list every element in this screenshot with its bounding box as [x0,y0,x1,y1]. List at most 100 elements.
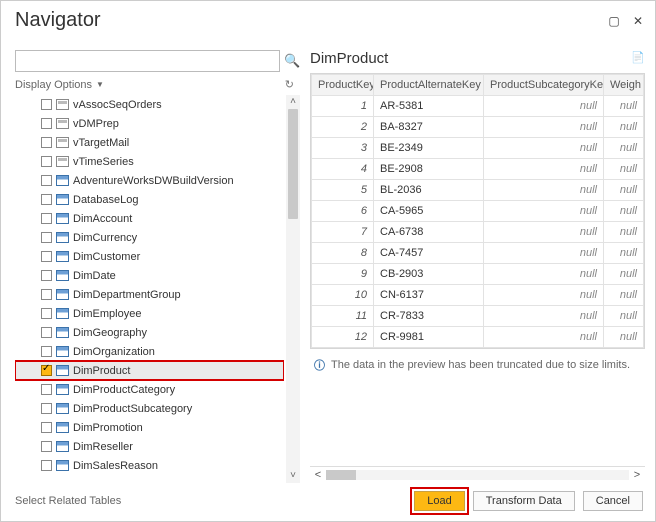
tree-item-checkbox[interactable] [41,156,52,167]
tree-item-checkbox[interactable] [41,422,52,433]
cell-productsubcategorykey: null [484,285,604,306]
navigator-window: Navigator ▢ ✕ 🔍 Display Options ▼ ↻ vAs [0,0,656,522]
cell-productalternatekey: CB-2903 [374,264,484,285]
table-row[interactable]: 5BL-2036nullnull [312,180,644,201]
tree-item-checkbox[interactable] [41,99,52,110]
tree-item[interactable]: vTargetMail [15,133,284,152]
tree-item-checkbox[interactable] [41,270,52,281]
tree-item[interactable]: DimEmployee [15,304,284,323]
tree-item[interactable]: DimCustomer [15,247,284,266]
tree-item[interactable]: DimProduct [15,361,284,380]
tree-item-checkbox[interactable] [41,137,52,148]
cell-weight: null [604,96,644,117]
tree-item-checkbox[interactable] [41,232,52,243]
view-icon [56,118,69,129]
tree-item-checkbox[interactable] [41,194,52,205]
display-options-label: Display Options [15,79,92,91]
tree-item[interactable]: DimProductSubcategory [15,399,284,418]
cancel-button[interactable]: Cancel [583,491,643,511]
cell-productsubcategorykey: null [484,180,604,201]
table-row[interactable]: 1AR-5381nullnull [312,96,644,117]
scroll-left-icon[interactable]: < [310,469,326,481]
search-input[interactable] [15,50,280,72]
cell-weight: null [604,243,644,264]
cell-productalternatekey: AR-5381 [374,96,484,117]
tree-item-label: AdventureWorksDWBuildVersion [73,175,234,187]
preview-options-icon[interactable]: 📄 [631,51,645,67]
tree-item-checkbox[interactable] [41,308,52,319]
table-row[interactable]: 6CA-5965nullnull [312,201,644,222]
tree-item-label: DimOrganization [73,346,155,358]
hscroll-thumb[interactable] [326,470,356,480]
cell-productkey: 5 [312,180,374,201]
select-related-tables-button[interactable]: Select Related Tables [15,492,133,510]
tree-item-label: DimProduct [73,365,130,377]
tree-item-checkbox[interactable] [41,441,52,452]
tree-item-checkbox[interactable] [41,403,52,414]
tree-item[interactable]: vTimeSeries [15,152,284,171]
cell-weight: null [604,327,644,348]
scroll-right-icon[interactable]: > [629,469,645,481]
tree-item-checkbox[interactable] [41,213,52,224]
tree-item-label: DimDepartmentGroup [73,289,181,301]
tree-item[interactable]: DimOrganization [15,342,284,361]
col-header[interactable]: ProductKey [312,75,374,96]
tree-item-label: DimGeography [73,327,147,339]
table-row[interactable]: 2BA-8327nullnull [312,117,644,138]
col-header[interactable]: ProductSubcategoryKey [484,75,604,96]
tree-item[interactable]: vAssocSeqOrders [15,95,284,114]
tree-item[interactable]: AdventureWorksDWBuildVersion [15,171,284,190]
scroll-down-icon[interactable]: ˅ [290,469,296,483]
table-row[interactable]: 9CB-2903nullnull [312,264,644,285]
cell-productsubcategorykey: null [484,327,604,348]
tree-item[interactable]: vDMPrep [15,114,284,133]
tree-item[interactable]: DatabaseLog [15,190,284,209]
hscroll-track[interactable] [326,470,629,480]
tree-item[interactable]: DimDate [15,266,284,285]
table-row[interactable]: 7CA-6738nullnull [312,222,644,243]
tree-item-checkbox[interactable] [41,327,52,338]
tree-item-checkbox[interactable] [41,251,52,262]
preview-hscrollbar[interactable]: < > [310,466,645,483]
table-row[interactable]: 11CR-7833nullnull [312,306,644,327]
tree-item[interactable]: DimProductCategory [15,380,284,399]
scroll-up-icon[interactable]: ˄ [290,95,296,109]
close-icon[interactable]: ✕ [631,14,645,28]
tree-item-label: vTargetMail [73,137,129,149]
table-row[interactable]: 8CA-7457nullnull [312,243,644,264]
col-header[interactable]: ProductAlternateKey [374,75,484,96]
refresh-icon[interactable]: ↻ [285,78,294,91]
tree-item[interactable]: DimReseller [15,437,284,456]
tree-item[interactable]: DimCurrency [15,228,284,247]
tree-item-checkbox[interactable] [41,118,52,129]
table-row[interactable]: 4BE-2908nullnull [312,159,644,180]
cell-weight: null [604,264,644,285]
tree-item[interactable]: DimSalesReason [15,456,284,475]
load-button[interactable]: Load [414,491,464,511]
tree-item[interactable]: DimGeography [15,323,284,342]
vscroll-track[interactable] [286,109,300,469]
search-icon[interactable]: 🔍 [284,53,300,69]
tree-item[interactable]: DimDepartmentGroup [15,285,284,304]
cell-productsubcategorykey: null [484,201,604,222]
tree-item[interactable]: DimAccount [15,209,284,228]
left-pane: 🔍 Display Options ▼ ↻ vAssocSeqOrdersvDM… [15,40,300,483]
tree-item-checkbox[interactable] [41,289,52,300]
tree-item-checkbox[interactable] [41,384,52,395]
table-row[interactable]: 3BE-2349nullnull [312,138,644,159]
tree-item-checkbox[interactable] [41,175,52,186]
display-options-dropdown[interactable]: Display Options ▼ [15,79,104,91]
tree-item-checkbox[interactable] [41,365,52,376]
col-header[interactable]: Weigh [604,75,644,96]
tree-vscrollbar[interactable]: ˄ ˅ [286,95,300,483]
preview-info: ⓘ The data in the preview has been trunc… [310,349,645,381]
table-row[interactable]: 12CR-9981nullnull [312,327,644,348]
tree-item-checkbox[interactable] [41,346,52,357]
tree-item-checkbox[interactable] [41,460,52,471]
tree-item[interactable]: DimPromotion [15,418,284,437]
restore-icon[interactable]: ▢ [607,14,621,28]
transform-data-button[interactable]: Transform Data [473,491,575,511]
tree-item-label: DimAccount [73,213,132,225]
vscroll-thumb[interactable] [288,109,298,219]
table-row[interactable]: 10CN-6137nullnull [312,285,644,306]
